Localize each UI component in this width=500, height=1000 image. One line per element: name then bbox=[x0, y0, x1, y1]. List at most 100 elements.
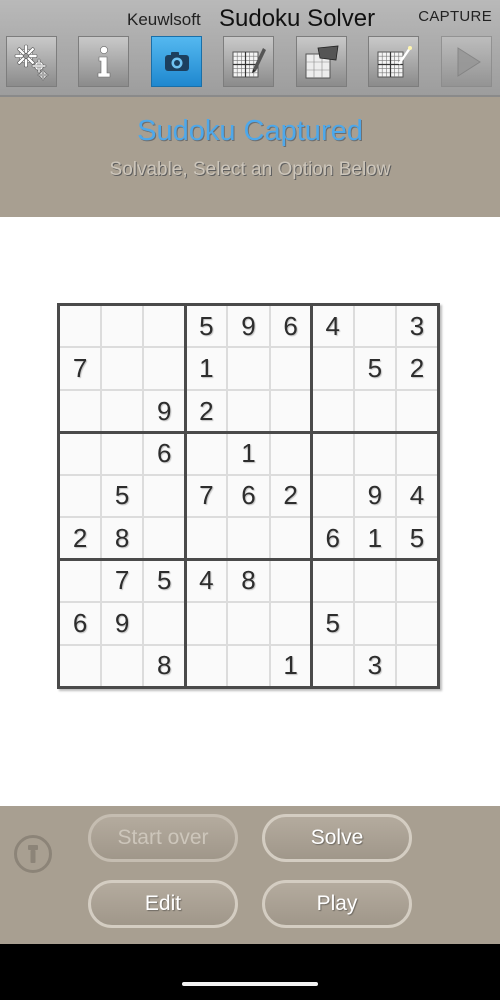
sudoku-cell[interactable]: 7 bbox=[102, 560, 143, 602]
edit-grid-button[interactable] bbox=[223, 36, 274, 87]
sudoku-cell[interactable]: 5 bbox=[396, 518, 437, 559]
sudoku-cell[interactable] bbox=[312, 433, 353, 474]
sudoku-cell[interactable] bbox=[186, 603, 227, 644]
sudoku-cell[interactable] bbox=[270, 348, 311, 389]
sudoku-cell[interactable]: 9 bbox=[228, 306, 269, 347]
play-button[interactable]: Play bbox=[262, 880, 412, 928]
settings-button[interactable] bbox=[6, 36, 57, 87]
sudoku-cell[interactable] bbox=[102, 390, 143, 432]
sudoku-cell[interactable]: 5 bbox=[186, 306, 227, 347]
sudoku-cell[interactable] bbox=[312, 560, 353, 602]
sudoku-cell[interactable] bbox=[354, 433, 395, 474]
sudoku-cell[interactable]: 8 bbox=[144, 645, 185, 686]
sudoku-cell[interactable] bbox=[228, 390, 269, 432]
sudoku-cell[interactable] bbox=[396, 645, 437, 686]
solve-button[interactable]: Solve bbox=[262, 814, 412, 862]
box-divider bbox=[57, 558, 440, 561]
app-title: Sudoku Solver bbox=[219, 5, 376, 32]
sudoku-cell[interactable] bbox=[102, 348, 143, 389]
sudoku-cell[interactable]: 6 bbox=[60, 603, 101, 644]
auto-solve-button[interactable] bbox=[368, 36, 419, 87]
sudoku-cell[interactable]: 8 bbox=[102, 518, 143, 559]
sudoku-cell[interactable]: 2 bbox=[270, 475, 311, 517]
sudoku-cell[interactable]: 1 bbox=[228, 433, 269, 474]
sudoku-cell[interactable] bbox=[144, 306, 185, 347]
sudoku-cell[interactable] bbox=[186, 433, 227, 474]
sudoku-cell[interactable] bbox=[144, 348, 185, 389]
sudoku-cell[interactable]: 2 bbox=[186, 390, 227, 432]
sudoku-cell[interactable]: 8 bbox=[228, 560, 269, 602]
sudoku-cell[interactable] bbox=[312, 475, 353, 517]
sudoku-cell[interactable]: 6 bbox=[312, 518, 353, 559]
sudoku-cell[interactable] bbox=[396, 433, 437, 474]
sudoku-cell[interactable] bbox=[354, 306, 395, 347]
edit-button[interactable]: Edit bbox=[88, 880, 238, 928]
sudoku-cell[interactable] bbox=[186, 518, 227, 559]
sudoku-cell[interactable]: 5 bbox=[102, 475, 143, 517]
sudoku-cell[interactable] bbox=[228, 348, 269, 389]
sudoku-cell[interactable] bbox=[144, 603, 185, 644]
sudoku-cell[interactable]: 6 bbox=[144, 433, 185, 474]
sudoku-cell[interactable]: 4 bbox=[396, 475, 437, 517]
sudoku-cell[interactable] bbox=[396, 603, 437, 644]
sudoku-cell[interactable] bbox=[60, 306, 101, 347]
sudoku-cell[interactable] bbox=[354, 560, 395, 602]
sudoku-cell[interactable] bbox=[60, 645, 101, 686]
sudoku-cell[interactable] bbox=[396, 560, 437, 602]
sudoku-cell[interactable] bbox=[102, 306, 143, 347]
box-divider bbox=[57, 431, 440, 434]
sudoku-cell[interactable] bbox=[354, 603, 395, 644]
sudoku-cell[interactable]: 6 bbox=[228, 475, 269, 517]
sudoku-cell[interactable]: 1 bbox=[354, 518, 395, 559]
sudoku-cell[interactable] bbox=[144, 475, 185, 517]
info-button[interactable] bbox=[78, 36, 129, 87]
sudoku-cell[interactable]: 5 bbox=[312, 603, 353, 644]
flashlight-button[interactable] bbox=[14, 835, 52, 873]
sudoku-cell[interactable]: 4 bbox=[186, 560, 227, 602]
sudoku-cell[interactable] bbox=[312, 348, 353, 389]
sudoku-cell[interactable]: 2 bbox=[396, 348, 437, 389]
status-banner: Sudoku Captured Solvable, Select an Opti… bbox=[0, 97, 500, 217]
sudoku-cell[interactable] bbox=[270, 433, 311, 474]
flashlight-icon bbox=[28, 845, 38, 863]
home-indicator[interactable] bbox=[182, 982, 318, 986]
sudoku-cell[interactable] bbox=[228, 518, 269, 559]
sudoku-cell[interactable]: 5 bbox=[354, 348, 395, 389]
capture-button[interactable] bbox=[151, 36, 202, 87]
start-over-button[interactable]: Start over bbox=[88, 814, 238, 862]
sudoku-cell[interactable] bbox=[144, 518, 185, 559]
sudoku-cell[interactable] bbox=[270, 603, 311, 644]
sudoku-cell[interactable] bbox=[60, 560, 101, 602]
sudoku-cell[interactable]: 4 bbox=[312, 306, 353, 347]
sudoku-cell[interactable]: 9 bbox=[144, 390, 185, 432]
sudoku-cell[interactable]: 2 bbox=[60, 518, 101, 559]
sudoku-cell[interactable] bbox=[102, 645, 143, 686]
sudoku-cell[interactable]: 7 bbox=[60, 348, 101, 389]
sudoku-cell[interactable]: 3 bbox=[354, 645, 395, 686]
sudoku-cell[interactable]: 3 bbox=[396, 306, 437, 347]
sudoku-cell[interactable] bbox=[102, 433, 143, 474]
import-image-button[interactable] bbox=[296, 36, 347, 87]
sudoku-cell[interactable] bbox=[60, 475, 101, 517]
sudoku-cell[interactable]: 9 bbox=[102, 603, 143, 644]
sudoku-cell[interactable]: 6 bbox=[270, 306, 311, 347]
sudoku-cell[interactable] bbox=[312, 390, 353, 432]
sudoku-cell[interactable] bbox=[312, 645, 353, 686]
sudoku-cell[interactable]: 5 bbox=[144, 560, 185, 602]
sudoku-board: 5964371529261576294286157548695813 bbox=[57, 303, 440, 689]
sudoku-cell[interactable]: 9 bbox=[354, 475, 395, 517]
sudoku-cell[interactable] bbox=[270, 390, 311, 432]
sudoku-cell[interactable] bbox=[270, 560, 311, 602]
sudoku-cell[interactable] bbox=[186, 645, 227, 686]
sudoku-cell[interactable]: 1 bbox=[186, 348, 227, 389]
sudoku-cell[interactable] bbox=[60, 433, 101, 474]
sudoku-cell[interactable] bbox=[354, 390, 395, 432]
sudoku-cell[interactable] bbox=[228, 603, 269, 644]
sudoku-cell[interactable] bbox=[396, 390, 437, 432]
play-mode-button[interactable] bbox=[441, 36, 492, 87]
sudoku-cell[interactable]: 1 bbox=[270, 645, 311, 686]
sudoku-cell[interactable] bbox=[270, 518, 311, 559]
sudoku-cell[interactable] bbox=[228, 645, 269, 686]
sudoku-cell[interactable] bbox=[60, 390, 101, 432]
sudoku-cell[interactable]: 7 bbox=[186, 475, 227, 517]
